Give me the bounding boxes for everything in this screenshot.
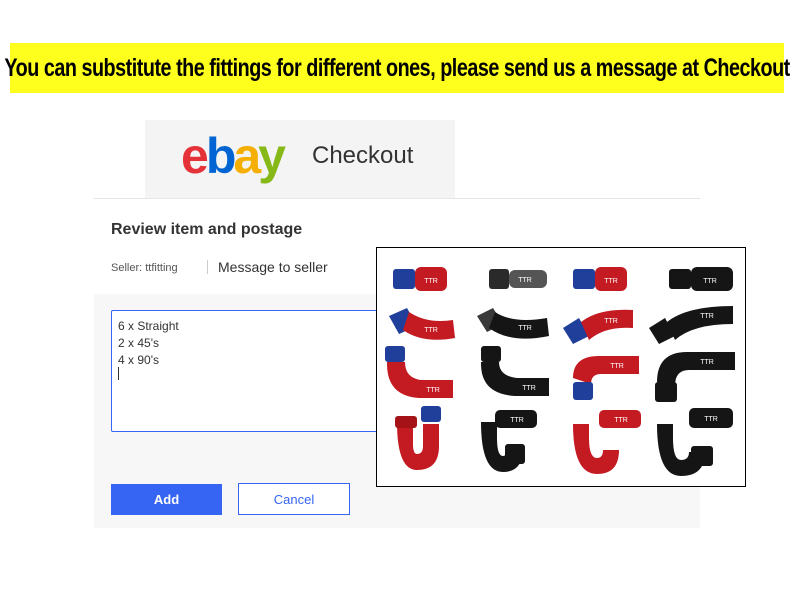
fitting-straight-red-blue: TTR: [393, 267, 447, 291]
svg-text:TTR: TTR: [426, 387, 440, 394]
banner-text: You can substitute the fittings for diff…: [4, 53, 790, 82]
svg-text:TTR: TTR: [518, 325, 532, 332]
fittings-photo-svg: TTR TTR TTR TTR TTR TTR TTR TTR TTR TTR …: [385, 267, 735, 476]
fitting-straight-black-grey: TTR: [489, 269, 547, 289]
svg-text:TTR: TTR: [610, 363, 624, 370]
svg-text:TTR: TTR: [604, 278, 618, 285]
cancel-button[interactable]: Cancel: [238, 483, 350, 515]
svg-text:TTR: TTR: [703, 278, 717, 285]
fitting-90-blue-red: TTR: [385, 346, 453, 398]
fitting-straight-black: TTR: [669, 267, 733, 291]
svg-text:TTR: TTR: [704, 416, 718, 423]
message-line: 6 x Straight: [118, 319, 179, 333]
svg-text:TTR: TTR: [424, 278, 438, 285]
fitting-straight-blue-red: TTR: [573, 267, 627, 291]
fitting-180-red: TTR: [573, 410, 641, 474]
fitting-90-red-blue: TTR: [573, 356, 639, 400]
fitting-90-black-2: TTR: [655, 352, 735, 402]
add-button[interactable]: Add: [111, 484, 222, 515]
text-caret: [118, 367, 119, 380]
message-to-seller-link[interactable]: Message to seller: [218, 259, 328, 275]
promo-banner: You can substitute the fittings for diff…: [4, 43, 790, 93]
seller-label[interactable]: Seller: ttfitting: [111, 262, 178, 274]
checkout-title: Checkout: [312, 142, 414, 169]
svg-text:TTR: TTR: [700, 359, 714, 366]
fitting-180-black: TTR: [481, 410, 537, 472]
review-title: Review item and postage: [111, 221, 303, 238]
svg-text:TTR: TTR: [424, 327, 438, 334]
fitting-180-black-2: TTR: [657, 408, 733, 476]
svg-text:TTR: TTR: [510, 417, 524, 424]
fitting-180-blue-red: [395, 406, 441, 470]
svg-text:TTR: TTR: [700, 313, 714, 320]
svg-text:TTR: TTR: [518, 277, 532, 284]
message-line: 4 x 90's: [118, 353, 159, 367]
message-line: 2 x 45's: [118, 336, 159, 350]
svg-text:TTR: TTR: [614, 417, 628, 424]
svg-text:TTR: TTR: [604, 318, 618, 325]
ebay-logo: ebay: [181, 128, 286, 184]
svg-text:TTR: TTR: [522, 385, 536, 392]
divider: [207, 260, 208, 274]
fitting-90-black: TTR: [481, 346, 549, 396]
fitting-45-black: TTR: [477, 308, 549, 339]
fitting-45-red-blue: TTR: [563, 309, 633, 344]
fitting-45-blue-red: TTR: [389, 308, 455, 340]
fitting-45-black-2: TTR: [649, 306, 733, 344]
checkout-header: ebay Checkout: [145, 120, 455, 198]
fittings-product-photo: TTR TTR TTR TTR TTR TTR TTR TTR TTR TTR …: [376, 247, 746, 487]
message-textarea[interactable]: 6 x Straight 2 x 45's 4 x 90's: [111, 310, 379, 432]
